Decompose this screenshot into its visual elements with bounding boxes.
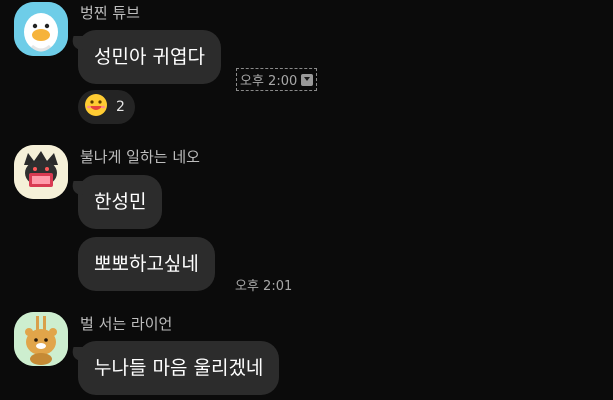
sender-name: 벌 서는 라이언 <box>80 315 173 333</box>
message-time[interactable]: 오후 2:00 <box>236 68 318 91</box>
reaction-badge[interactable]: 2 <box>78 90 135 124</box>
grinning-emoji-icon <box>84 93 108 121</box>
message-bubble[interactable]: 한성민 <box>78 175 163 229</box>
message-time: 오후 2:01 <box>235 279 293 294</box>
reaction-count: 2 <box>116 99 125 115</box>
chevron-down-icon[interactable] <box>301 73 314 86</box>
sender-name: 불나게 일하는 네오 <box>80 148 200 166</box>
ryan-punished-avatar-icon[interactable] <box>14 312 68 366</box>
time-label: 오후 2:00 <box>240 74 298 89</box>
message-bubble[interactable]: 누나들 마음 울리겠네 <box>78 341 280 395</box>
sender-name: 벙찐 튜브 <box>80 4 140 22</box>
message-bubble[interactable]: 뽀뽀하고싶네 <box>78 237 215 291</box>
chat-room: 벙찐 튜브 성민아 귀엽다 오후 2:00 2 불나게 일하는 네오 한성민 뽀… <box>0 0 613 400</box>
neo-working-avatar-icon[interactable] <box>14 145 68 199</box>
tube-duck-avatar-icon[interactable] <box>14 2 68 56</box>
message-bubble[interactable]: 성민아 귀엽다 <box>78 30 221 84</box>
